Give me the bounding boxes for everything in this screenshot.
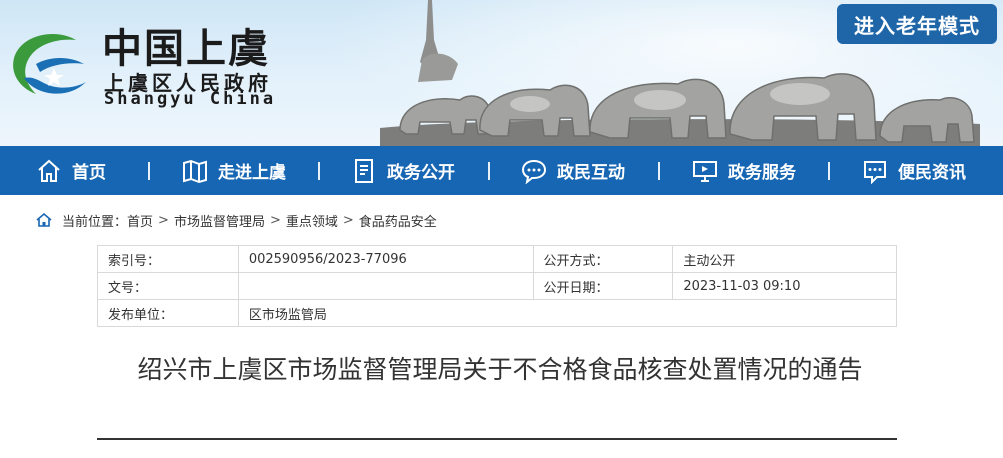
table-row: 文号： 公开日期： 2023-11-03 09:10 (97, 272, 897, 300)
breadcrumb-separator: > (269, 212, 281, 228)
doc-number-label: 文号： (97, 272, 239, 300)
table-row: 索引号： 002590956/2023-77096 公开方式： 主动公开 (97, 245, 897, 273)
breadcrumb: 当前位置： 首页 > 市场监督管理局 > 重点领域 > 食品药品安全 (36, 210, 437, 230)
table-row: 发布单位： 区市场监管局 (97, 299, 898, 327)
breadcrumb-separator: > (342, 212, 354, 228)
site-logo-icon[interactable] (6, 26, 96, 106)
nav-label: 走进上虞 (218, 163, 286, 183)
nav-divider (658, 162, 660, 180)
issuer-value: 区市场监管局 (237, 299, 898, 327)
index-value: 002590956/2023-77096 (237, 245, 534, 273)
nav-item-info[interactable]: 便民资讯 (862, 146, 966, 195)
nav-item-gov-info[interactable]: 政务公开 (351, 146, 455, 195)
breadcrumb-link-key-areas[interactable]: 重点领域 (286, 211, 338, 230)
nav-label: 首页 (72, 163, 106, 183)
title-divider (97, 438, 897, 440)
location-home-icon (36, 212, 52, 227)
nav-item-about[interactable]: 走进上虞 (182, 146, 286, 195)
nav-item-interaction[interactable]: 政民互动 (521, 146, 625, 195)
publish-method-label: 公开方式： (532, 245, 674, 273)
breadcrumb-link-department[interactable]: 市场监督管理局 (174, 211, 265, 230)
header-banner: 中国上虞 上虞区人民政府 Shangyu China 进入老年模式 (0, 0, 1003, 146)
monitor-icon (693, 160, 717, 182)
nav-divider (318, 162, 320, 180)
nav-label: 政务服务 (728, 163, 796, 183)
breadcrumb-separator: > (158, 212, 169, 228)
map-icon (183, 159, 207, 183)
nav-item-services[interactable]: 政务服务 (692, 146, 796, 195)
nav-divider (148, 162, 150, 180)
home-icon (38, 159, 60, 182)
breadcrumb-prefix: 当前位置： (62, 214, 128, 230)
doc-number-value (237, 272, 534, 300)
site-name: 中国上虞 (102, 25, 270, 72)
publish-method-value: 主动公开 (672, 245, 897, 273)
elder-mode-button[interactable]: 进入老年模式 (837, 4, 997, 44)
publish-date-label: 公开日期： (532, 272, 674, 300)
document-meta-table: 索引号： 002590956/2023-77096 公开方式： 主动公开 文号：… (97, 245, 898, 327)
publish-date-value: 2023-11-03 09:10 (672, 272, 897, 300)
nav-label: 政务公开 (387, 163, 455, 183)
chat-icon (521, 159, 547, 184)
nav-divider (828, 162, 830, 180)
issuer-label: 发布单位： (97, 299, 239, 327)
breadcrumb-link-home[interactable]: 首页 (127, 211, 153, 230)
nav-label: 政民互动 (557, 163, 625, 183)
site-english-name: Shangyu China (104, 89, 277, 109)
info-icon (864, 160, 886, 184)
main-nav: 首页 走进上虞 政务公开 政民互动 政务服务 便民资讯 (0, 146, 1003, 195)
document-icon (355, 158, 373, 183)
breadcrumb-link-food-safety[interactable]: 食品药品安全 (359, 211, 437, 230)
nav-label: 便民资讯 (898, 163, 966, 183)
index-label: 索引号： (97, 245, 239, 273)
nav-item-home[interactable]: 首页 (36, 146, 106, 195)
nav-divider (488, 162, 490, 180)
article-title: 绍兴市上虞区市场监督管理局关于不合格食品核查处置情况的通告 (137, 355, 863, 384)
